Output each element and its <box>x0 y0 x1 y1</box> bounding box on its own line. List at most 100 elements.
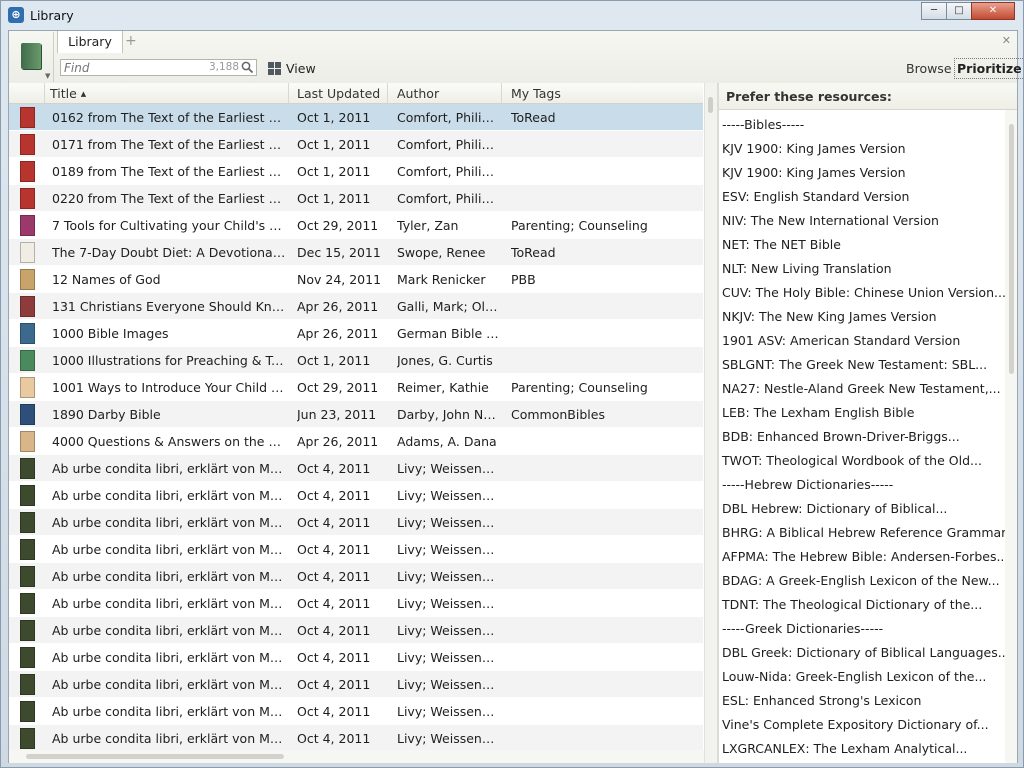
minimize-button[interactable]: ─ <box>921 2 947 20</box>
list-item[interactable]: -----Greek Dictionaries----- <box>719 617 1005 641</box>
cell-title: Ab urbe condita libri, erklärt von M. We… <box>52 461 286 476</box>
column-header-author[interactable]: Author <box>397 86 439 101</box>
table-row[interactable]: Ab urbe condita libri, erklärt von M. We… <box>9 644 703 671</box>
book-cover-thumbnail <box>20 269 35 290</box>
list-item[interactable]: DBL Greek: Dictionary of Biblical Langua… <box>719 641 1005 665</box>
list-item[interactable]: -----Hebrew Dictionaries----- <box>719 473 1005 497</box>
list-item[interactable]: LXGRCANLEX: The Lexham Analytical... <box>719 737 1005 761</box>
table-row[interactable]: 7 Tools for Cultivating your Child's Pot… <box>9 212 703 239</box>
table-row[interactable]: 1000 Bible Images Apr 26, 2011 German Bibl… <box>9 320 703 347</box>
prioritize-panel: Prefer these resources: -----Bibles-----… <box>719 83 1017 763</box>
vertical-scrollbar[interactable] <box>1005 110 1017 763</box>
search-icon[interactable] <box>241 61 254 74</box>
book-cover-thumbnail <box>20 647 35 668</box>
list-item[interactable]: BDB: Enhanced Brown-Driver-Briggs... <box>719 425 1005 449</box>
scroll-thumb[interactable] <box>708 97 713 113</box>
list-item[interactable]: ESV: English Standard Version <box>719 185 1005 209</box>
table-row[interactable]: 0171 from The Text of the Earliest New T… <box>9 131 703 158</box>
list-item[interactable]: AFPMA: The Hebrew Bible: Andersen-Forbes… <box>719 545 1005 569</box>
table-row[interactable]: 1000 Illustrations for Preaching & Teach… <box>9 347 703 374</box>
cell-title: The 7-Day Doubt Diet: A Devotional Compa… <box>52 245 286 260</box>
table-row[interactable]: 12 Names of God Nov 24, 2011 Mark Renicker… <box>9 266 703 293</box>
table-row[interactable]: 0189 from The Text of the Earliest New T… <box>9 158 703 185</box>
book-cover-thumbnail <box>20 512 35 533</box>
list-item[interactable]: NET: The NET Bible <box>719 233 1005 257</box>
table-row[interactable]: Ab urbe condita libri, erklärt von M. We… <box>9 617 703 644</box>
table-row[interactable]: Ab urbe condita libri, erklärt von M. We… <box>9 725 703 752</box>
tab-library[interactable]: Library <box>57 31 123 53</box>
vertical-scrollbar[interactable] <box>704 83 717 763</box>
cell-author: Reimer, Kathie <box>397 380 489 395</box>
list-item[interactable]: NKJV: The New King James Version <box>719 305 1005 329</box>
view-button[interactable]: View <box>268 59 316 77</box>
list-item[interactable]: BDAG: A Greek-English Lexicon of the New… <box>719 569 1005 593</box>
list-item[interactable]: NIV: The New International Version <box>719 209 1005 233</box>
table-row[interactable]: 131 Christians Everyone Should Know Apr 2… <box>9 293 703 320</box>
column-header-my-tags[interactable]: My Tags <box>511 86 561 101</box>
table-row[interactable]: 1001 Ways to Introduce Your Child to the… <box>9 374 703 401</box>
cell-last-updated: Oct 1, 2011 <box>297 353 371 368</box>
table-row[interactable]: Ab urbe condita libri, erklärt von M. We… <box>9 536 703 563</box>
column-divider[interactable] <box>44 83 45 103</box>
close-window-button[interactable]: ✕ <box>971 2 1015 20</box>
list-item[interactable]: BHRG: A Biblical Hebrew Reference Gramma… <box>719 521 1005 545</box>
table-row[interactable]: The 7-Day Doubt Diet: A Devotional Compa… <box>9 239 703 266</box>
table-row[interactable]: Ab urbe condita libri, erklärt von M. We… <box>9 698 703 725</box>
list-item[interactable]: KJV 1900: King James Version <box>719 137 1005 161</box>
table-row[interactable]: 4000 Questions & Answers on the Bible Apr… <box>9 428 703 455</box>
list-item[interactable]: TDNT: The Theological Dictionary of the.… <box>719 593 1005 617</box>
cell-last-updated: Oct 4, 2011 <box>297 677 371 692</box>
table-row[interactable]: Ab urbe condita libri, erklärt von M. We… <box>9 563 703 590</box>
list-item[interactable]: NLT: New Living Translation <box>719 257 1005 281</box>
cell-title: 1000 Illustrations for Preaching & Teach… <box>52 353 286 368</box>
scroll-thumb[interactable] <box>26 754 284 759</box>
list-item[interactable]: 1901 ASV: American Standard Version <box>719 329 1005 353</box>
column-divider[interactable] <box>387 83 388 103</box>
table-row[interactable]: Ab urbe condita libri, erklärt von M. We… <box>9 671 703 698</box>
horizontal-scrollbar[interactable] <box>9 750 704 763</box>
cell-last-updated: Oct 4, 2011 <box>297 569 371 584</box>
book-cover-thumbnail <box>20 350 35 371</box>
list-item[interactable]: NA27: Nestle-Aland Greek New Testament,.… <box>719 377 1005 401</box>
book-cover-thumbnail <box>20 566 35 587</box>
list-item[interactable]: CUV: The Holy Bible: Chinese Union Versi… <box>719 281 1005 305</box>
table-row[interactable]: Ab urbe condita libri, erklärt von M. We… <box>9 455 703 482</box>
cell-author: Livy; Weissenborn, W. <box>397 731 501 746</box>
cell-author: Livy; Weissenborn, W. <box>397 461 501 476</box>
table-row[interactable]: 1890 Darby Bible Jun 23, 2011 Darby, John … <box>9 401 703 428</box>
list-item[interactable]: ESL: Enhanced Strong's Lexicon <box>719 689 1005 713</box>
column-divider[interactable] <box>501 83 502 103</box>
find-box[interactable]: 3,188 <box>60 59 257 76</box>
title-bar[interactable]: ⊕ Library ─ □ ✕ <box>1 1 1023 31</box>
list-item[interactable]: DBL Hebrew: Dictionary of Biblical... <box>719 497 1005 521</box>
column-divider[interactable] <box>288 83 289 103</box>
list-item[interactable]: KJV 1900: King James Version <box>719 161 1005 185</box>
library-menu-button[interactable]: ▼ <box>10 32 54 82</box>
cell-my-tags: ToRead <box>511 110 556 125</box>
book-cover-thumbnail <box>20 188 35 209</box>
cell-last-updated: Oct 29, 2011 <box>297 218 379 233</box>
column-header-title[interactable]: Title ▲ <box>50 86 86 101</box>
find-input[interactable] <box>64 60 204 75</box>
list-item[interactable]: TWOT: Theological Wordbook of the Old... <box>719 449 1005 473</box>
close-tab-icon[interactable]: ✕ <box>1002 34 1011 47</box>
maximize-button[interactable]: □ <box>946 2 972 20</box>
table-row[interactable]: Ab urbe condita libri, erklärt von M. We… <box>9 482 703 509</box>
logos-app-icon[interactable]: ⊕ <box>8 7 24 23</box>
table-row[interactable]: Ab urbe condita libri, erklärt von M. We… <box>9 590 703 617</box>
column-header-last-updated[interactable]: Last Updated <box>297 86 380 101</box>
prioritize-button[interactable]: Prioritize <box>954 58 1024 79</box>
list-item[interactable]: LEB: The Lexham English Bible <box>719 401 1005 425</box>
table-row[interactable]: Ab urbe condita libri, erklärt von M. We… <box>9 509 703 536</box>
scroll-thumb[interactable] <box>1009 124 1014 374</box>
list-item[interactable]: -----Bibles----- <box>719 113 1005 137</box>
list-item[interactable]: Louw-Nida: Greek-English Lexicon of the.… <box>719 665 1005 689</box>
table-row[interactable]: 0162 from The Text of the Earliest New T… <box>9 104 703 131</box>
list-item[interactable]: Vine's Complete Expository Dictionary of… <box>719 713 1005 737</box>
table-row[interactable]: 0220 from The Text of the Earliest New T… <box>9 185 703 212</box>
list-item[interactable]: SBLGNT: The Greek New Testament: SBL... <box>719 353 1005 377</box>
cell-author: Livy; Weissenborn, W. <box>397 569 501 584</box>
new-tab-plus-icon[interactable]: + <box>125 33 137 49</box>
cell-author: Tyler, Zan <box>397 218 459 233</box>
browse-button[interactable]: Browse <box>906 61 952 76</box>
